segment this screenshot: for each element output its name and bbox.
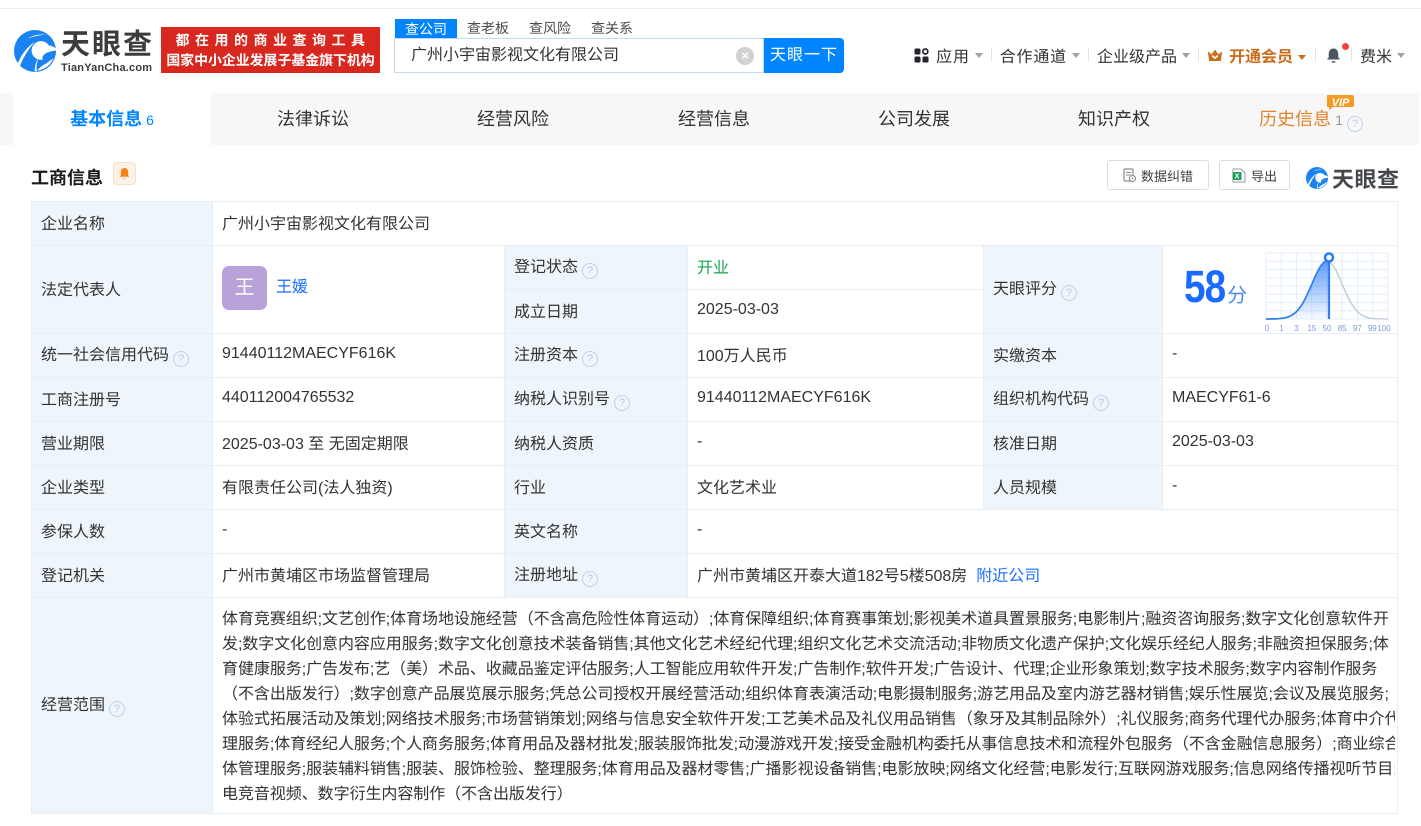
svg-text:50: 50: [1323, 324, 1332, 333]
svg-text:100: 100: [1377, 324, 1391, 333]
svg-text:85: 85: [1338, 324, 1347, 333]
svg-text:3: 3: [1294, 324, 1299, 333]
svg-text:X: X: [1234, 171, 1239, 180]
svg-text:1: 1: [1279, 324, 1284, 333]
svg-text:0: 0: [1265, 324, 1270, 333]
svg-text:15: 15: [1307, 324, 1316, 333]
svg-text:99: 99: [1368, 324, 1377, 333]
svg-text:97: 97: [1353, 324, 1362, 333]
svg-text:VIP: VIP: [1332, 97, 1350, 109]
